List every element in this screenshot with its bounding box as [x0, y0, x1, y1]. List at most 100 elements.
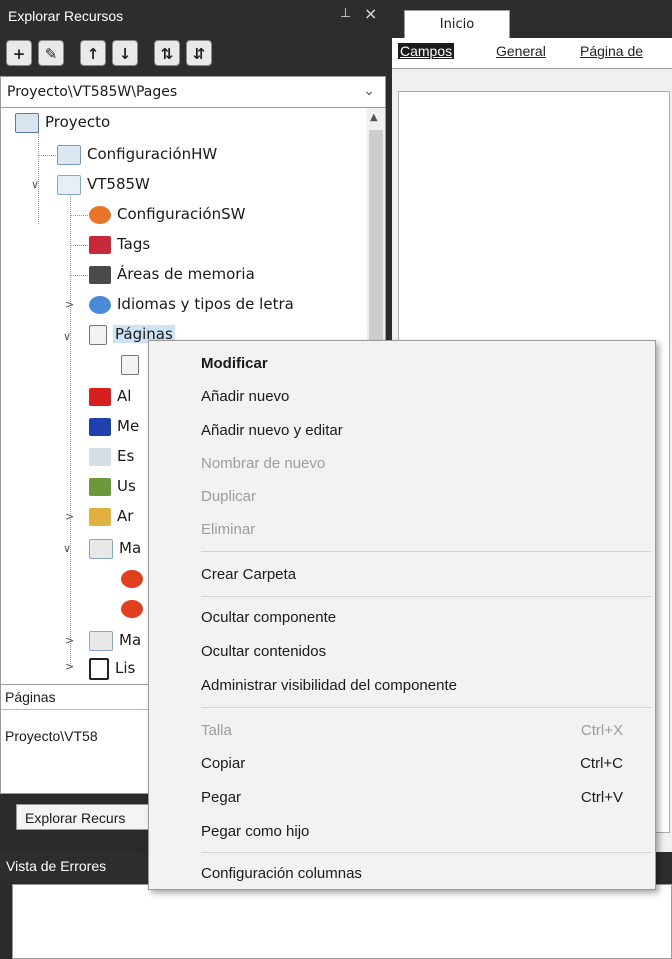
menu-item-configure-columns[interactable]: Configuración columnas: [149, 859, 655, 889]
chevron-down-icon[interactable]: ⌄: [363, 83, 375, 99]
tree-item-label: Proyecto: [45, 113, 111, 131]
tree-item-label: Me: [117, 417, 140, 435]
chevron-right-icon[interactable]: >: [65, 510, 74, 523]
menu-item-label: Añadir nuevo y editar: [201, 422, 343, 439]
tree-item-page[interactable]: [121, 352, 145, 376]
database-icon: [89, 507, 111, 526]
tree-connector: [38, 155, 56, 156]
tree-item-label: Idiomas y tipos de letra: [117, 295, 294, 313]
tree-item-label: ConfiguraciónSW: [117, 205, 246, 223]
menu-item-label: Configuración columnas: [201, 865, 362, 882]
document-subnav: Campos General Página de: [392, 38, 672, 68]
tree-item-memory-areas[interactable]: Áreas de memoria: [89, 262, 255, 286]
menu-item-label: Ocultar componente: [201, 609, 337, 626]
menu-item-cut: Talla Ctrl+X: [149, 716, 655, 746]
menu-item-paste[interactable]: Pegar Ctrl+V: [149, 783, 655, 813]
tab-inicio[interactable]: Inicio: [404, 10, 510, 38]
menu-separator: [201, 596, 651, 597]
tree-item-label: Es: [117, 447, 135, 465]
tree-connector: [70, 275, 88, 276]
tree-item-messages[interactable]: Me: [89, 414, 139, 438]
menu-item-label: Duplicar: [201, 488, 257, 505]
tree-item-proyecto[interactable]: Proyecto: [15, 110, 110, 134]
tree-item-languages[interactable]: Idiomas y tipos de letra: [89, 292, 294, 316]
tree-item-lists[interactable]: Lis: [89, 656, 135, 680]
menu-item-hide-contents[interactable]: Ocultar contenidos: [149, 637, 655, 667]
menu-item-label: Administrar visibilidad del componente: [201, 677, 457, 694]
path-selector[interactable]: Proyecto\VT585W\Pages ⌄: [0, 76, 386, 108]
memory-chip-icon: [89, 265, 111, 284]
menu-item-label: Ocultar contenidos: [201, 643, 327, 660]
menu-item-shortcut: Ctrl+X: [580, 722, 623, 739]
menu-item-create-folder[interactable]: Crear Carpeta: [149, 560, 655, 590]
tree-item-archives[interactable]: Ar: [89, 504, 133, 528]
path-value: Proyecto\VT585W\Pages: [7, 84, 178, 100]
menu-item-label: Copiar: [201, 755, 246, 772]
chevron-right-icon[interactable]: >: [65, 634, 74, 647]
menu-item-delete: Eliminar: [149, 515, 655, 545]
menu-item-copy[interactable]: Copiar Ctrl+C: [149, 749, 655, 779]
tree-item-ma-1[interactable]: Ma: [89, 536, 141, 560]
macro-folder-icon: [89, 538, 113, 559]
pin-icon[interactable]: ⊥: [340, 6, 351, 21]
tree-item-label: Lis: [115, 659, 136, 677]
menu-separator: [201, 551, 651, 552]
tree-item-label: Tags: [117, 235, 151, 253]
chevron-right-icon[interactable]: >: [65, 660, 74, 673]
languages-icon: [89, 295, 111, 314]
warning-icon: [89, 417, 111, 436]
menu-item-paste-as-child[interactable]: Pegar como hijo: [149, 817, 655, 847]
explorer-title: Explorar Recursos: [8, 8, 124, 24]
errors-list: [12, 884, 672, 959]
tree-item-config-hw[interactable]: ConfiguraciónHW: [57, 142, 217, 166]
tree-item-ma-2[interactable]: Ma: [89, 628, 141, 652]
tree-item-ma-child-2[interactable]: [121, 596, 149, 620]
sort-descending-icon[interactable]: ⇵: [186, 40, 212, 66]
explorer-title-bar: Explorar Recursos ⊥ ×: [0, 0, 390, 36]
tree-item-label: Al: [117, 387, 132, 405]
tree-item-alarms[interactable]: Al: [89, 384, 131, 408]
sort-ascending-icon[interactable]: ⇅: [154, 40, 180, 66]
schedule-icon: [89, 447, 111, 466]
tree-item-config-sw[interactable]: ConfiguraciónSW: [89, 202, 245, 226]
hardware-config-icon: [57, 144, 81, 165]
menu-item-duplicate: Duplicar: [149, 482, 655, 512]
menu-item-add-new[interactable]: Añadir nuevo: [149, 382, 655, 412]
menu-item-add-new-edit[interactable]: Añadir nuevo y editar: [149, 416, 655, 446]
chevron-right-icon[interactable]: >: [65, 298, 74, 311]
subnav-pagina-de[interactable]: Página de: [580, 43, 643, 59]
menu-item-manage-visibility[interactable]: Administrar visibilidad del componente: [149, 671, 655, 701]
errors-title: Vista de Errores: [6, 858, 107, 874]
tree-item-label: Ma: [119, 631, 142, 649]
subnav-campos[interactable]: Campos: [398, 43, 455, 59]
macro-folder-icon: [89, 630, 113, 651]
project-icon: [15, 112, 39, 133]
tree-item-label: VT585W: [87, 175, 150, 193]
chevron-down-icon[interactable]: ∨: [31, 178, 39, 191]
menu-item-modify[interactable]: Modificar: [149, 349, 655, 379]
subnav-general[interactable]: General: [496, 43, 546, 59]
close-icon[interactable]: ×: [364, 4, 377, 23]
alarm-icon: [89, 387, 111, 406]
move-down-icon[interactable]: ↓: [112, 40, 138, 66]
move-up-icon[interactable]: ↑: [80, 40, 106, 66]
menu-item-label: Eliminar: [201, 521, 256, 538]
edit-icon[interactable]: ✎: [38, 40, 64, 66]
users-icon: [89, 477, 111, 496]
add-icon[interactable]: +: [6, 40, 32, 66]
tree-item-users[interactable]: Us: [89, 474, 136, 498]
chevron-down-icon[interactable]: ∨: [63, 330, 71, 343]
tree-item-vt585w[interactable]: VT585W: [57, 172, 150, 196]
tags-icon: [89, 235, 111, 254]
tree-item-ma-child-1[interactable]: [121, 566, 149, 590]
page-icon: [121, 354, 139, 375]
tree-item-es[interactable]: Es: [89, 444, 134, 468]
tree-connector: [70, 215, 88, 216]
tree-item-tags[interactable]: Tags: [89, 232, 150, 256]
scroll-up-icon[interactable]: ▲: [370, 112, 378, 123]
menu-item-hide-component[interactable]: Ocultar componente: [149, 603, 655, 633]
menu-item-label: Pegar: [201, 789, 242, 806]
menu-separator: [201, 707, 651, 708]
chevron-down-icon[interactable]: ∨: [63, 542, 71, 555]
button-icon: [121, 569, 143, 588]
